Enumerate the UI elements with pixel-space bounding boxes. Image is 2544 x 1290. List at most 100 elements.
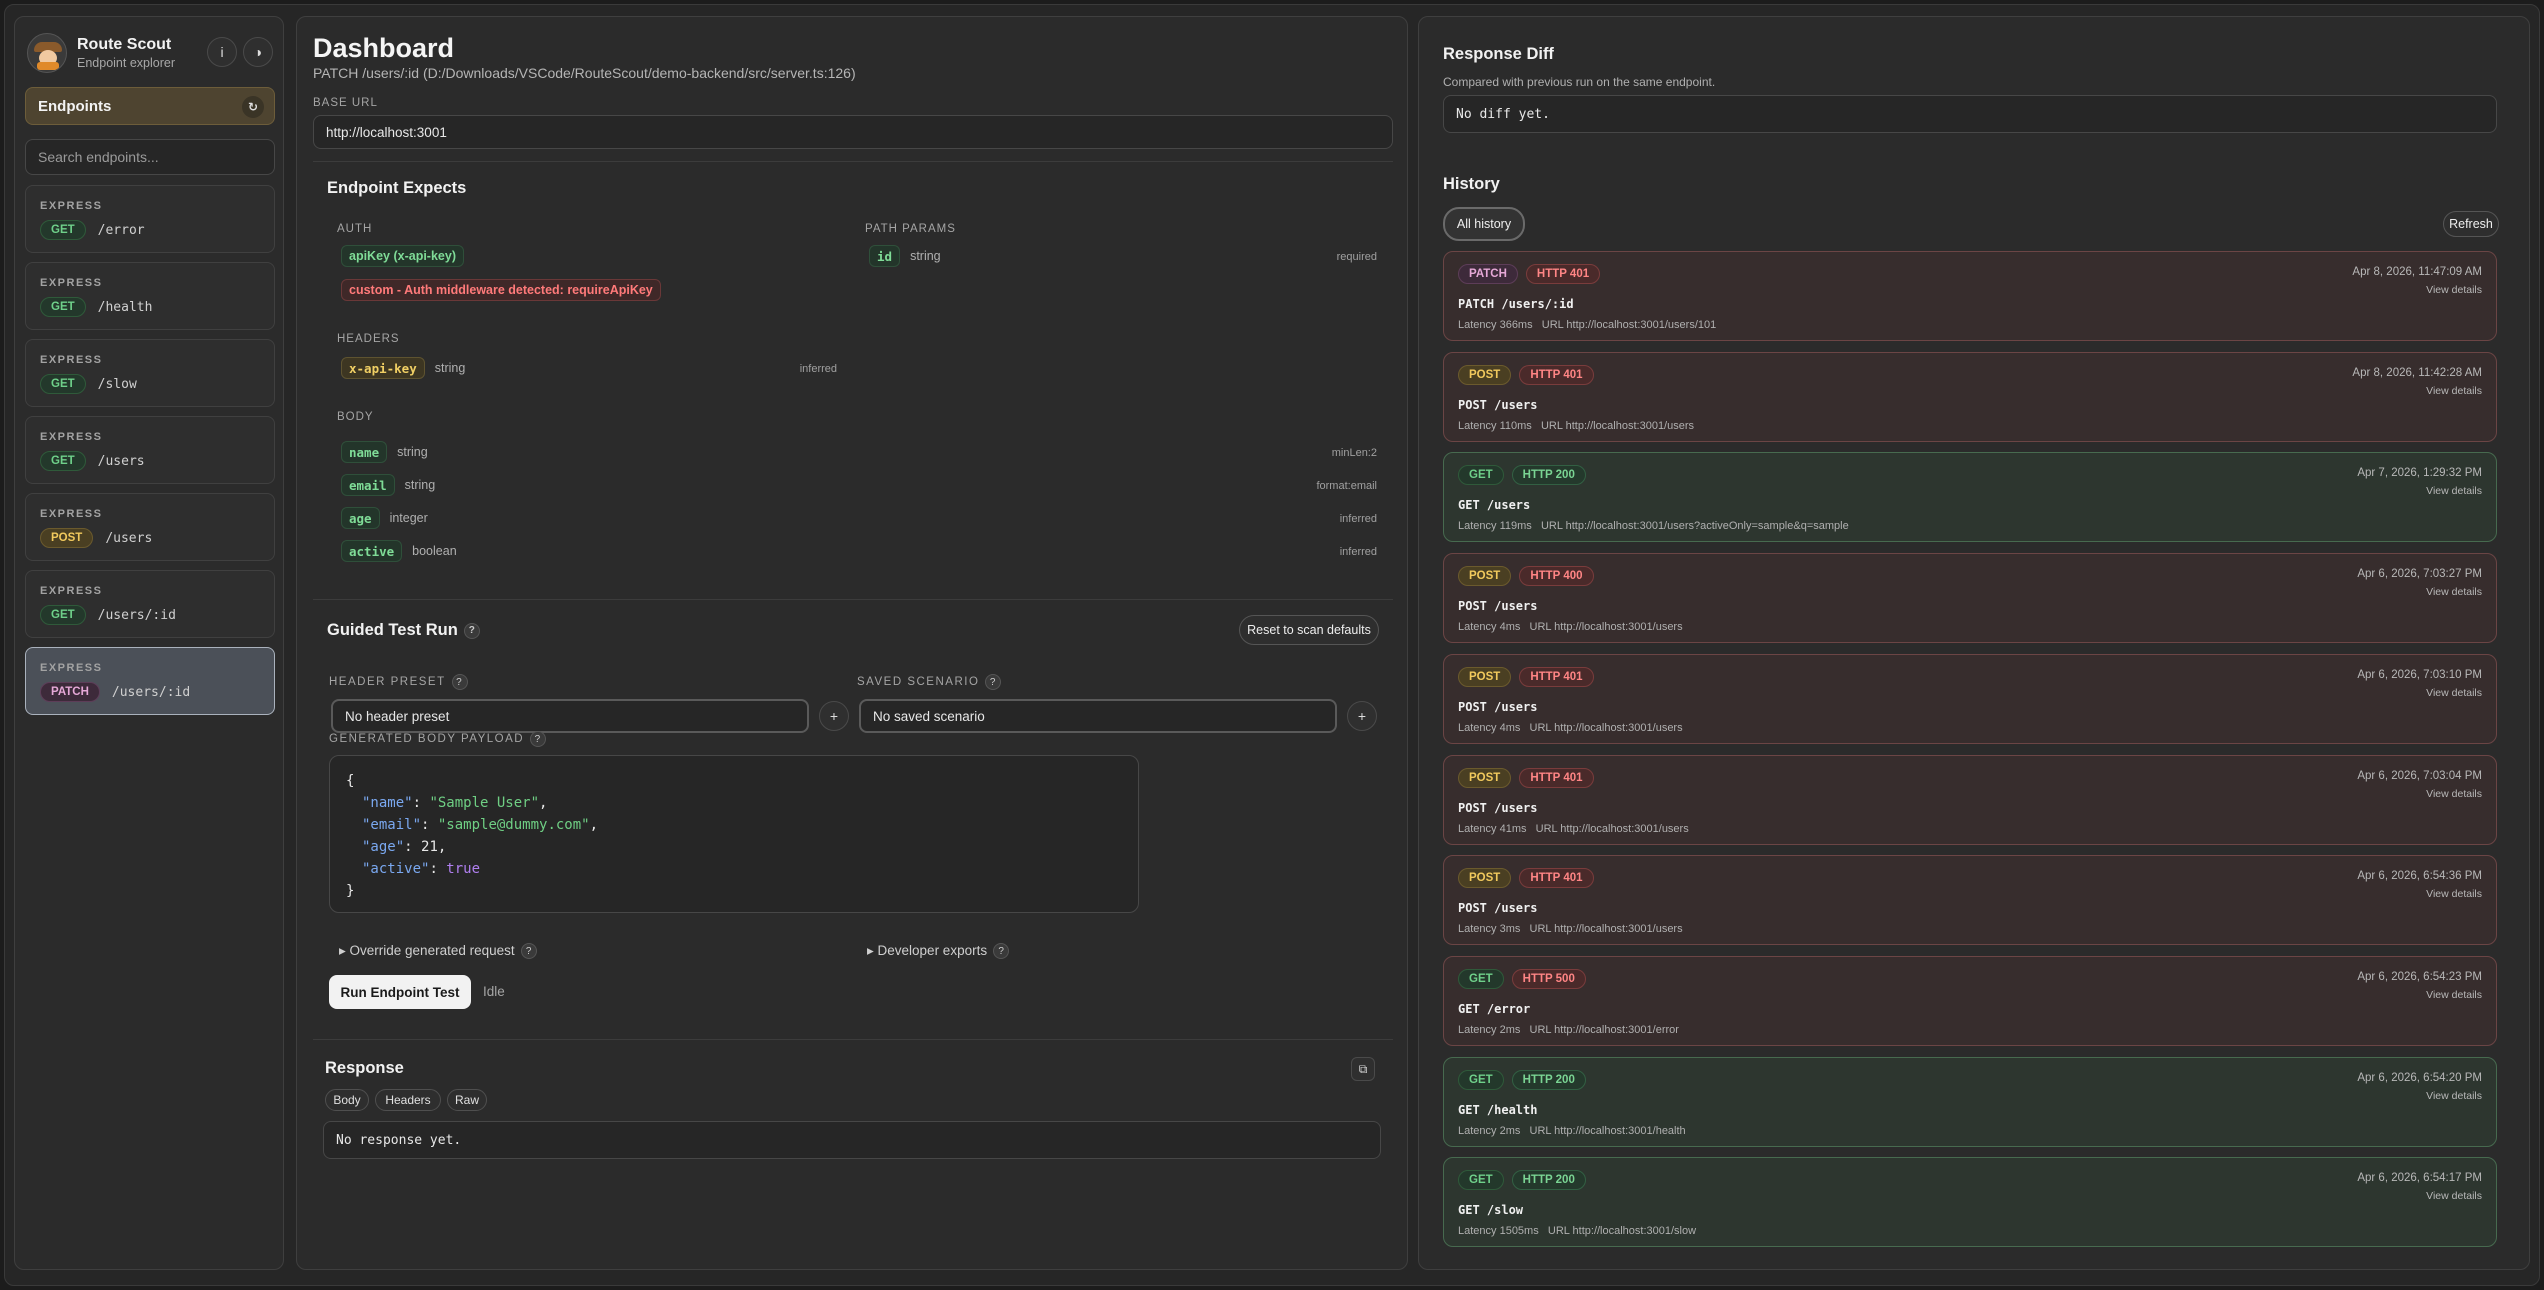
refresh-icon[interactable]: ↻ bbox=[242, 96, 264, 118]
help-icon[interactable]: ? bbox=[463, 622, 480, 639]
saved-scenario-label: SAVED SCENARIO? bbox=[857, 674, 1002, 690]
reset-defaults-button[interactable]: Reset to scan defaults bbox=[1239, 615, 1379, 645]
view-details-link[interactable]: View details bbox=[2426, 788, 2482, 800]
body-field-row: email string bbox=[341, 474, 435, 496]
status-badge: HTTP 401 bbox=[1519, 666, 1594, 687]
history-item[interactable]: POST HTTP 401 Apr 6, 2026, 6:54:36 PM Vi… bbox=[1443, 855, 2497, 946]
help-icon[interactable]: ? bbox=[530, 731, 547, 747]
endpoint-path: /users/:id bbox=[97, 607, 176, 623]
view-details-link[interactable]: View details bbox=[2426, 1090, 2482, 1102]
history-meta: Latency 3ms URL http://localhost:3001/us… bbox=[1458, 923, 1683, 936]
endpoint-framework: EXPRESS bbox=[40, 200, 103, 212]
view-details-link[interactable]: View details bbox=[2426, 284, 2482, 296]
theme-toggle-icon[interactable]: ◑ bbox=[243, 37, 273, 67]
help-icon[interactable]: ? bbox=[451, 674, 468, 690]
divider bbox=[313, 161, 1393, 162]
history-refresh-button[interactable]: Refresh bbox=[2443, 211, 2499, 237]
endpoint-item[interactable]: EXPRESS GET /users/:id bbox=[25, 570, 275, 638]
field-name: name bbox=[341, 441, 388, 463]
history-timestamp: Apr 8, 2026, 11:47:09 AM bbox=[2352, 266, 2482, 278]
help-icon[interactable]: ? bbox=[985, 674, 1002, 690]
method-badge: PATCH bbox=[1458, 264, 1518, 284]
history-item[interactable]: GET HTTP 500 Apr 6, 2026, 6:54:23 PM Vie… bbox=[1443, 955, 2497, 1046]
history-item[interactable]: GET HTTP 200 Apr 6, 2026, 6:54:20 PM Vie… bbox=[1443, 1056, 2497, 1147]
history-item[interactable]: PATCH HTTP 401 Apr 8, 2026, 11:47:09 AM … bbox=[1443, 251, 2497, 341]
search-input[interactable] bbox=[25, 139, 275, 175]
history-filter-button[interactable]: All history bbox=[1443, 207, 1525, 241]
endpoint-item[interactable]: EXPRESS GET /users bbox=[25, 416, 275, 484]
field-name: age bbox=[341, 507, 380, 529]
divider bbox=[313, 1039, 1393, 1040]
view-details-link[interactable]: View details bbox=[2426, 989, 2482, 1001]
nav-endpoints[interactable]: Endpoints ↻ bbox=[25, 87, 275, 125]
history-item[interactable]: GET HTTP 200 Apr 7, 2026, 1:29:32 PM Vie… bbox=[1443, 452, 2497, 543]
base-url-input[interactable]: http://localhost:3001 bbox=[313, 115, 1393, 149]
header-preset-select[interactable]: No header preset bbox=[331, 699, 809, 733]
endpoint-path: /users/:id bbox=[111, 684, 191, 700]
path-params-label: PATH PARAMS bbox=[865, 223, 956, 235]
view-details-link[interactable]: View details bbox=[2426, 385, 2482, 397]
endpoint-item[interactable]: EXPRESS PATCH /users/:id bbox=[25, 647, 275, 715]
auth-chip-custom: custom - Auth middleware detected: requi… bbox=[341, 279, 661, 301]
endpoint-path: /health bbox=[97, 299, 153, 315]
body-payload-editor[interactable]: { "name": "Sample User", "email": "sampl… bbox=[329, 755, 1139, 913]
endpoint-item[interactable]: EXPRESS POST /users bbox=[25, 493, 275, 561]
tab-body[interactable]: Body bbox=[325, 1089, 369, 1111]
add-header-preset-button[interactable]: + bbox=[819, 701, 849, 731]
diff-output: No diff yet. bbox=[1443, 95, 2497, 133]
history-timestamp: Apr 6, 2026, 6:54:23 PM bbox=[2357, 970, 2482, 983]
history-item[interactable]: POST HTTP 401 Apr 6, 2026, 7:03:10 PM Vi… bbox=[1443, 653, 2497, 744]
history-timestamp: Apr 6, 2026, 6:54:36 PM bbox=[2357, 870, 2482, 883]
view-details-link[interactable]: View details bbox=[2426, 485, 2482, 497]
developer-exports-toggle[interactable]: ▸ Developer exports? bbox=[867, 943, 1010, 960]
history-request: POST /users bbox=[1458, 800, 1538, 815]
param-note: required bbox=[1336, 251, 1377, 263]
brand-subtitle: Endpoint explorer bbox=[77, 56, 175, 70]
view-details-link[interactable]: View details bbox=[2426, 586, 2482, 598]
help-icon[interactable]: ? bbox=[520, 943, 537, 960]
logo-icon bbox=[27, 33, 67, 73]
guided-test-title: Guided Test Run? bbox=[327, 621, 480, 640]
history-meta: Latency 4ms URL http://localhost:3001/us… bbox=[1458, 621, 1683, 634]
header-note: inferred bbox=[799, 363, 837, 375]
view-details-link[interactable]: View details bbox=[2426, 687, 2482, 699]
base-url-label: BASE URL bbox=[313, 97, 378, 109]
history-item[interactable]: POST HTTP 400 Apr 6, 2026, 7:03:27 PM Vi… bbox=[1443, 553, 2497, 644]
payload-label: GENERATED BODY PAYLOAD? bbox=[329, 731, 547, 747]
endpoint-framework: EXPRESS bbox=[40, 431, 103, 443]
override-request-toggle[interactable]: ▸ Override generated request? bbox=[339, 943, 537, 960]
history-request: GET /error bbox=[1458, 1001, 1531, 1016]
view-details-link[interactable]: View details bbox=[2426, 888, 2482, 900]
field-type: string bbox=[404, 478, 436, 492]
sidebar: Route Scout Endpoint explorer i ◑ Endpoi… bbox=[14, 16, 284, 1270]
saved-scenario-select[interactable]: No saved scenario bbox=[859, 699, 1337, 733]
brand-title: Route Scout bbox=[77, 36, 172, 53]
method-badge: GET bbox=[40, 451, 86, 471]
view-details-link[interactable]: View details bbox=[2426, 1190, 2482, 1202]
info-icon[interactable]: i bbox=[207, 37, 237, 67]
history-title: History bbox=[1443, 175, 1500, 193]
page-title: Dashboard bbox=[313, 33, 455, 63]
run-test-button[interactable]: Run Endpoint Test bbox=[329, 975, 471, 1009]
endpoint-item[interactable]: EXPRESS GET /health bbox=[25, 262, 275, 330]
tab-headers[interactable]: Headers bbox=[375, 1089, 441, 1111]
history-item[interactable]: POST HTTP 401 Apr 6, 2026, 7:03:04 PM Vi… bbox=[1443, 754, 2497, 845]
copy-icon[interactable]: ⧉ bbox=[1351, 1057, 1375, 1081]
history-meta: Latency 119ms URL http://localhost:3001/… bbox=[1458, 520, 1849, 533]
endpoint-item[interactable]: EXPRESS GET /error bbox=[25, 185, 275, 253]
field-note: inferred bbox=[1339, 513, 1377, 525]
method-badge: GET bbox=[40, 605, 86, 625]
divider bbox=[313, 599, 1393, 600]
history-request: POST /users bbox=[1458, 699, 1538, 714]
history-timestamp: Apr 7, 2026, 1:29:32 PM bbox=[2357, 467, 2482, 480]
history-request: POST /users bbox=[1458, 397, 1538, 412]
method-badge: POST bbox=[1458, 767, 1512, 788]
history-item[interactable]: GET HTTP 200 Apr 6, 2026, 6:54:17 PM Vie… bbox=[1443, 1157, 2497, 1248]
add-scenario-button[interactable]: + bbox=[1347, 701, 1377, 731]
history-timestamp: Apr 6, 2026, 6:54:20 PM bbox=[2357, 1071, 2482, 1084]
endpoint-item[interactable]: EXPRESS GET /slow bbox=[25, 339, 275, 407]
status-badge: HTTP 500 bbox=[1511, 968, 1586, 989]
help-icon[interactable]: ? bbox=[993, 943, 1010, 960]
history-item[interactable]: POST HTTP 401 Apr 8, 2026, 11:42:28 AM V… bbox=[1443, 351, 2497, 442]
tab-raw[interactable]: Raw bbox=[447, 1089, 487, 1111]
